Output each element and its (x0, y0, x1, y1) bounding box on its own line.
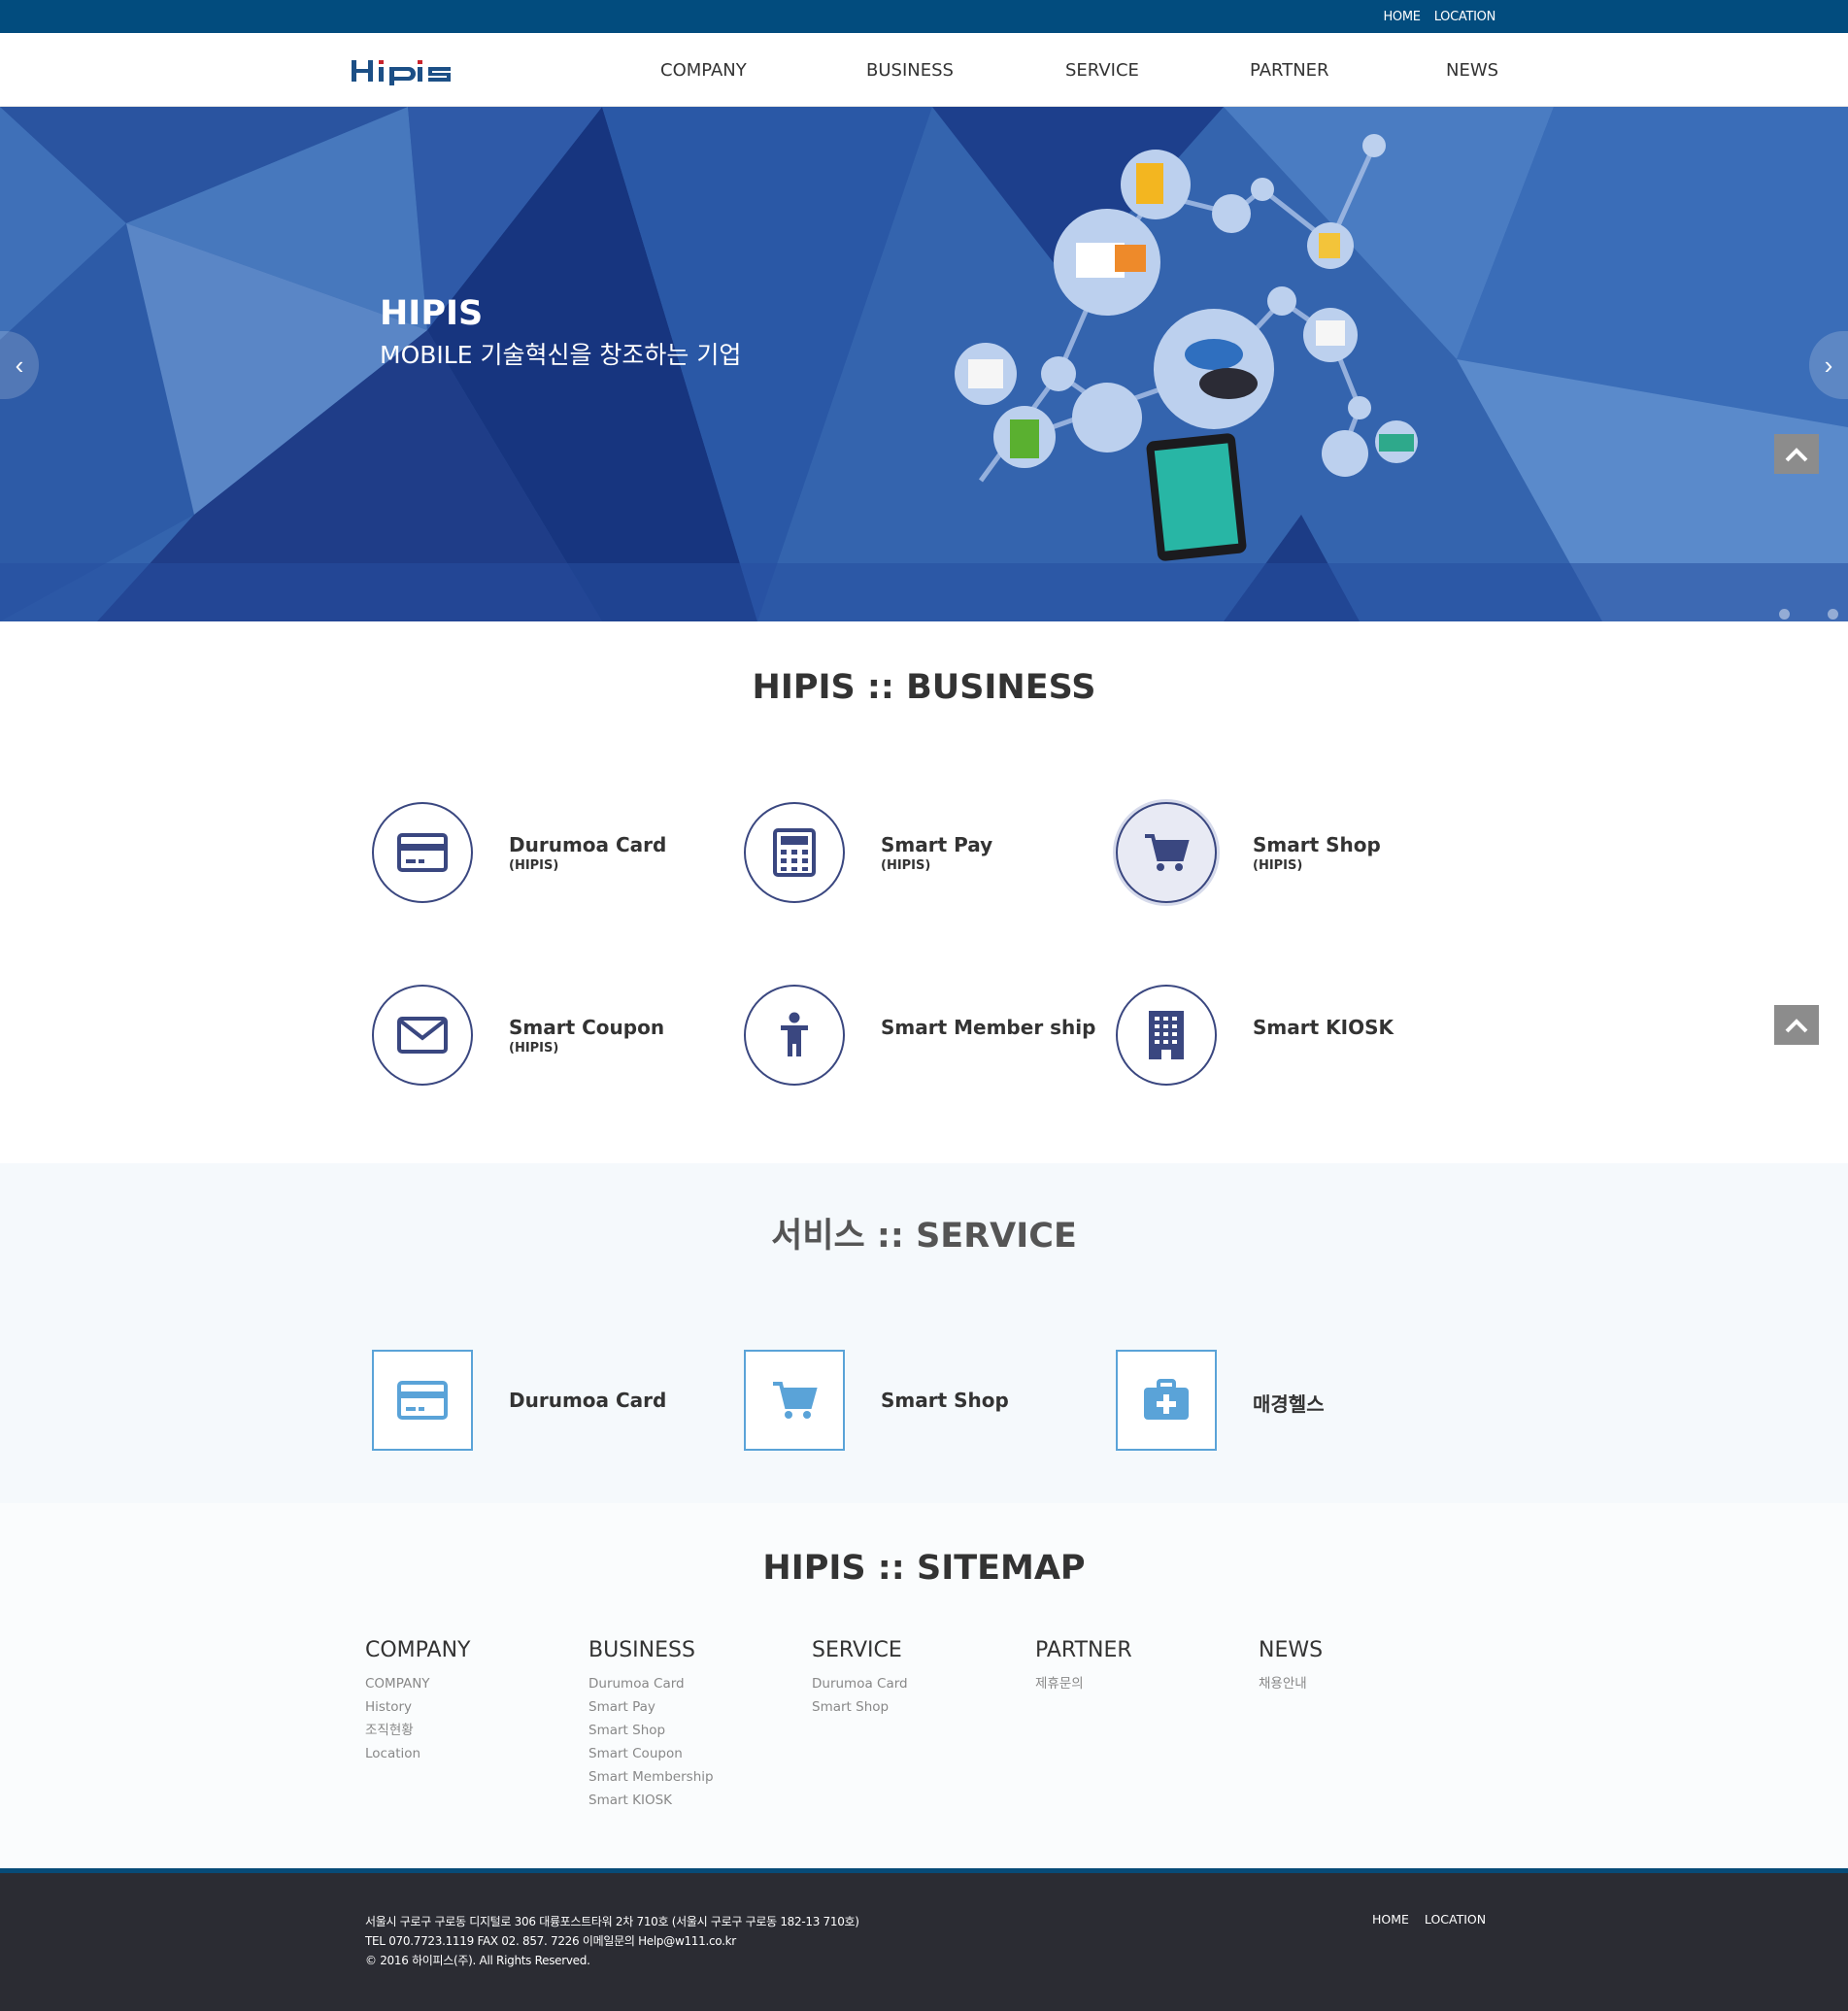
business-item-smart-membership[interactable]: Smart Member ship (744, 985, 1096, 1091)
footer-company-info: 서울시 구로구 구로동 디지털로 306 대륭포스트타워 2차 710호 (서울… (365, 1912, 859, 1970)
nav-partner[interactable]: PARTNER (1250, 60, 1329, 81)
sitemap-section-title: HIPIS :: SITEMAP (762, 1549, 1086, 1588)
sitemap-column-company: COMPANY COMPANY History 조직현황 Location (365, 1638, 470, 1765)
business-item-smart-coupon[interactable]: Smart Coupon (HIPIS) (372, 985, 722, 1091)
sitemap-column-heading: COMPANY (365, 1638, 471, 1662)
sitemap-column-heading: SERVICE (812, 1638, 902, 1662)
envelope-icon (372, 985, 473, 1086)
sitemap-link[interactable]: History (365, 1695, 470, 1719)
hero-background (0, 107, 1848, 621)
business-item-name: Smart Coupon (509, 1016, 665, 1039)
slider-dot-1[interactable] (1779, 609, 1790, 620)
sitemap-link[interactable]: Smart Membership (588, 1765, 714, 1789)
top-location-link[interactable]: LOCATION (1434, 10, 1496, 24)
sitemap-column-business: BUSINESS Durumoa Card Smart Pay Smart Sh… (588, 1638, 714, 1812)
sitemap-column-partner: PARTNER 제휴문의 (1035, 1638, 1132, 1695)
shopping-cart-icon (744, 1350, 845, 1451)
hero-subtitle: MOBILE 기술혁신을 창조하는 기업 (380, 341, 742, 369)
service-section-title: 서비스 :: SERVICE (771, 1217, 1077, 1256)
hipis-logo-mark (352, 60, 451, 85)
sitemap-column-service: SERVICE Durumoa Card Smart Shop (812, 1638, 908, 1719)
sitemap-link[interactable]: COMPANY (365, 1672, 470, 1695)
medical-kit-icon (1116, 1350, 1217, 1451)
chevron-right-icon: › (1824, 350, 1833, 380)
sitemap-link[interactable]: Smart KIOSK (588, 1789, 714, 1812)
sitemap-column-news: NEWS 채용안내 (1259, 1638, 1323, 1695)
scroll-top-button[interactable] (1774, 1005, 1819, 1045)
footer-location-link[interactable]: LOCATION (1425, 1912, 1486, 1927)
sitemap-link[interactable]: 조직현황 (365, 1719, 470, 1742)
nav-service[interactable]: SERVICE (1065, 60, 1139, 81)
hero-title: HIPIS (380, 294, 484, 333)
sitemap-link[interactable]: Smart Shop (812, 1695, 908, 1719)
chevron-up-icon (1785, 1018, 1808, 1032)
service-item-durumoa-card[interactable]: Durumoa Card (372, 1350, 722, 1457)
business-item-name: Smart KIOSK (1253, 1016, 1394, 1039)
business-item-smart-shop[interactable]: Smart Shop (HIPIS) (1116, 802, 1465, 909)
sitemap-column-heading: BUSINESS (588, 1638, 695, 1662)
nav-company[interactable]: COMPANY (660, 60, 747, 81)
service-item-name: Smart Shop (881, 1389, 1009, 1412)
footer-address: 서울시 구로구 구로동 디지털로 306 대륭포스트타워 2차 710호 (서울… (365, 1915, 859, 1928)
footer-links: HOME LOCATION (1372, 1912, 1486, 1927)
site-footer: 서울시 구로구 구로동 디지털로 306 대륭포스트타워 2차 710호 (서울… (0, 1868, 1848, 2011)
top-utility-links: HOME LOCATION (1383, 0, 1495, 33)
nav-news[interactable]: NEWS (1446, 60, 1498, 81)
business-item-name: Smart Shop (1253, 833, 1381, 856)
business-section-title: HIPIS :: BUSINESS (752, 668, 1096, 707)
sitemap-link[interactable]: Smart Shop (588, 1719, 714, 1742)
business-item-name: Smart Member ship (881, 1016, 1096, 1039)
sitemap-link[interactable]: 제휴문의 (1035, 1672, 1132, 1695)
calculator-icon (744, 802, 845, 903)
business-item-durumoa-card[interactable]: Durumoa Card (HIPIS) (372, 802, 722, 909)
footer-contact: TEL 070.7723.1119 FAX 02. 857. 7226 이메일문… (365, 1934, 736, 1948)
business-item-smart-kiosk[interactable]: Smart KIOSK (1116, 985, 1465, 1091)
business-item-sub: (HIPIS) (1253, 858, 1303, 873)
hero-slider: HIPIS MOBILE 기술혁신을 창조하는 기업 ‹ › (0, 107, 1848, 621)
sitemap-link[interactable]: 채용안내 (1259, 1672, 1323, 1695)
sitemap-link[interactable]: Durumoa Card (812, 1672, 908, 1695)
scroll-top-button[interactable] (1774, 434, 1819, 474)
hipis-logo[interactable] (352, 56, 472, 85)
business-item-sub: (HIPIS) (509, 858, 559, 873)
sitemap-link[interactable]: Location (365, 1742, 470, 1765)
service-item-name: Durumoa Card (509, 1389, 667, 1412)
footer-home-link[interactable]: HOME (1372, 1912, 1409, 1927)
business-item-smart-pay[interactable]: Smart Pay (HIPIS) (744, 802, 1093, 909)
site-header: COMPANY BUSINESS SERVICE PARTNER NEWS (0, 33, 1848, 107)
footer-copyright: © 2016 하이피스(주). All Rights Reserved. (365, 1954, 590, 1967)
business-item-name: Smart Pay (881, 833, 993, 856)
sitemap-column-heading: PARTNER (1035, 1638, 1132, 1662)
business-item-name: Durumoa Card (509, 833, 667, 856)
business-item-sub: (HIPIS) (881, 858, 931, 873)
service-item-name: 매경헬스 (1253, 1392, 1325, 1416)
sitemap-link[interactable]: Durumoa Card (588, 1672, 714, 1695)
building-icon (1116, 985, 1217, 1086)
sitemap-link[interactable]: Smart Coupon (588, 1742, 714, 1765)
top-home-link[interactable]: HOME (1383, 10, 1421, 24)
shopping-cart-icon (1116, 802, 1217, 903)
business-item-sub: (HIPIS) (509, 1041, 559, 1056)
sitemap-link[interactable]: Smart Pay (588, 1695, 714, 1719)
service-item-smart-shop[interactable]: Smart Shop (744, 1350, 1093, 1457)
sitemap-column-heading: NEWS (1259, 1638, 1324, 1662)
nav-business[interactable]: BUSINESS (866, 60, 954, 81)
top-utility-bar: HOME LOCATION (0, 0, 1848, 33)
chevron-left-icon: ‹ (15, 350, 24, 380)
credit-card-icon (372, 1350, 473, 1451)
slider-dot-2[interactable] (1828, 609, 1838, 620)
person-icon (744, 985, 845, 1086)
credit-card-icon (372, 802, 473, 903)
service-item-maekyung-health[interactable]: 매경헬스 (1116, 1350, 1465, 1457)
chevron-up-icon (1785, 447, 1808, 461)
